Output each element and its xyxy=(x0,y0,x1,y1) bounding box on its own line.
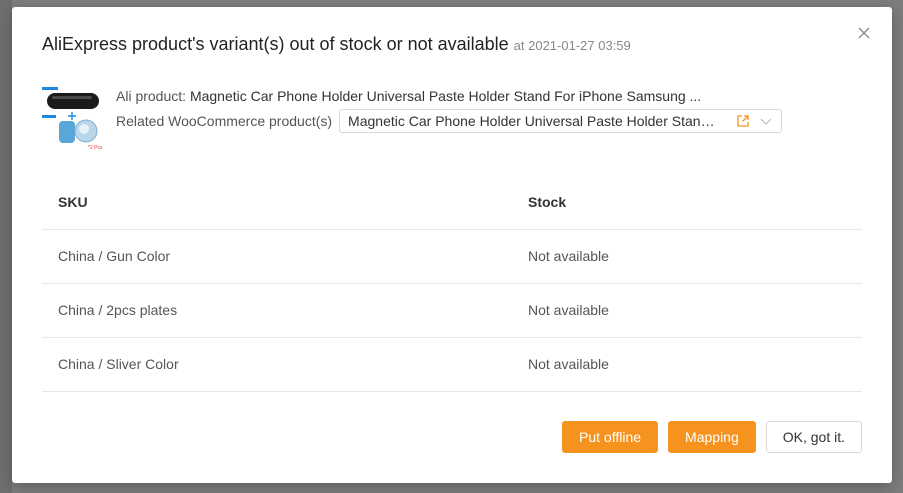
dialog-timestamp: at 2021-01-27 03:59 xyxy=(513,38,631,53)
dialog-title: AliExpress product's variant(s) out of s… xyxy=(42,34,509,54)
table-row: China / Gun Color Not available xyxy=(42,229,862,284)
stock-cell: Not available xyxy=(512,337,862,392)
out-of-stock-dialog: AliExpress product's variant(s) out of s… xyxy=(12,7,892,483)
dialog-footer: Put offline Mapping OK, got it. xyxy=(562,421,862,453)
table-row: China / 2pcs plates Not available xyxy=(42,283,862,338)
product-info: *2 Pcs Ali product: Magnetic Car Phone H… xyxy=(42,85,862,155)
stock-column-header: Stock xyxy=(512,175,862,230)
dialog-header: AliExpress product's variant(s) out of s… xyxy=(42,34,832,55)
sku-column-header: SKU xyxy=(42,175,512,230)
stock-cell: Not available xyxy=(512,229,862,284)
woo-product-label: Related WooCommerce product(s) xyxy=(116,113,333,129)
chevron-down-icon[interactable] xyxy=(760,116,772,126)
ali-product-name[interactable]: Magnetic Car Phone Holder Universal Past… xyxy=(190,88,701,104)
table-row: China / Sliver Color Not available xyxy=(42,337,862,392)
sku-cell: China / Sliver Color xyxy=(42,337,512,392)
thumbnail-caption: *2 Pcs xyxy=(88,145,103,151)
woo-product-selected-value: Magnetic Car Phone Holder Universal Past… xyxy=(348,113,721,129)
sku-cell: China / 2pcs plates xyxy=(42,283,512,338)
page-backdrop xyxy=(0,0,12,493)
woo-product-select[interactable]: Magnetic Car Phone Holder Universal Past… xyxy=(339,109,783,133)
product-thumbnail: *2 Pcs xyxy=(42,87,103,151)
put-offline-button[interactable]: Put offline xyxy=(562,421,659,453)
woo-product-line: Related WooCommerce product(s) Magnetic … xyxy=(116,109,783,133)
ali-product-label: Ali product: xyxy=(116,88,187,104)
stock-cell: Not available xyxy=(512,283,862,338)
close-icon xyxy=(858,27,870,39)
ali-product-line: Ali product: Magnetic Car Phone Holder U… xyxy=(116,88,701,104)
external-link-icon[interactable] xyxy=(736,114,750,128)
table-header-row: SKU Stock xyxy=(42,175,862,230)
sku-cell: China / Gun Color xyxy=(42,229,512,284)
variants-table: SKU Stock China / Gun Color Not availabl… xyxy=(42,175,862,392)
ok-button[interactable]: OK, got it. xyxy=(765,421,862,453)
close-button[interactable] xyxy=(856,25,872,41)
mapping-button[interactable]: Mapping xyxy=(668,421,756,453)
